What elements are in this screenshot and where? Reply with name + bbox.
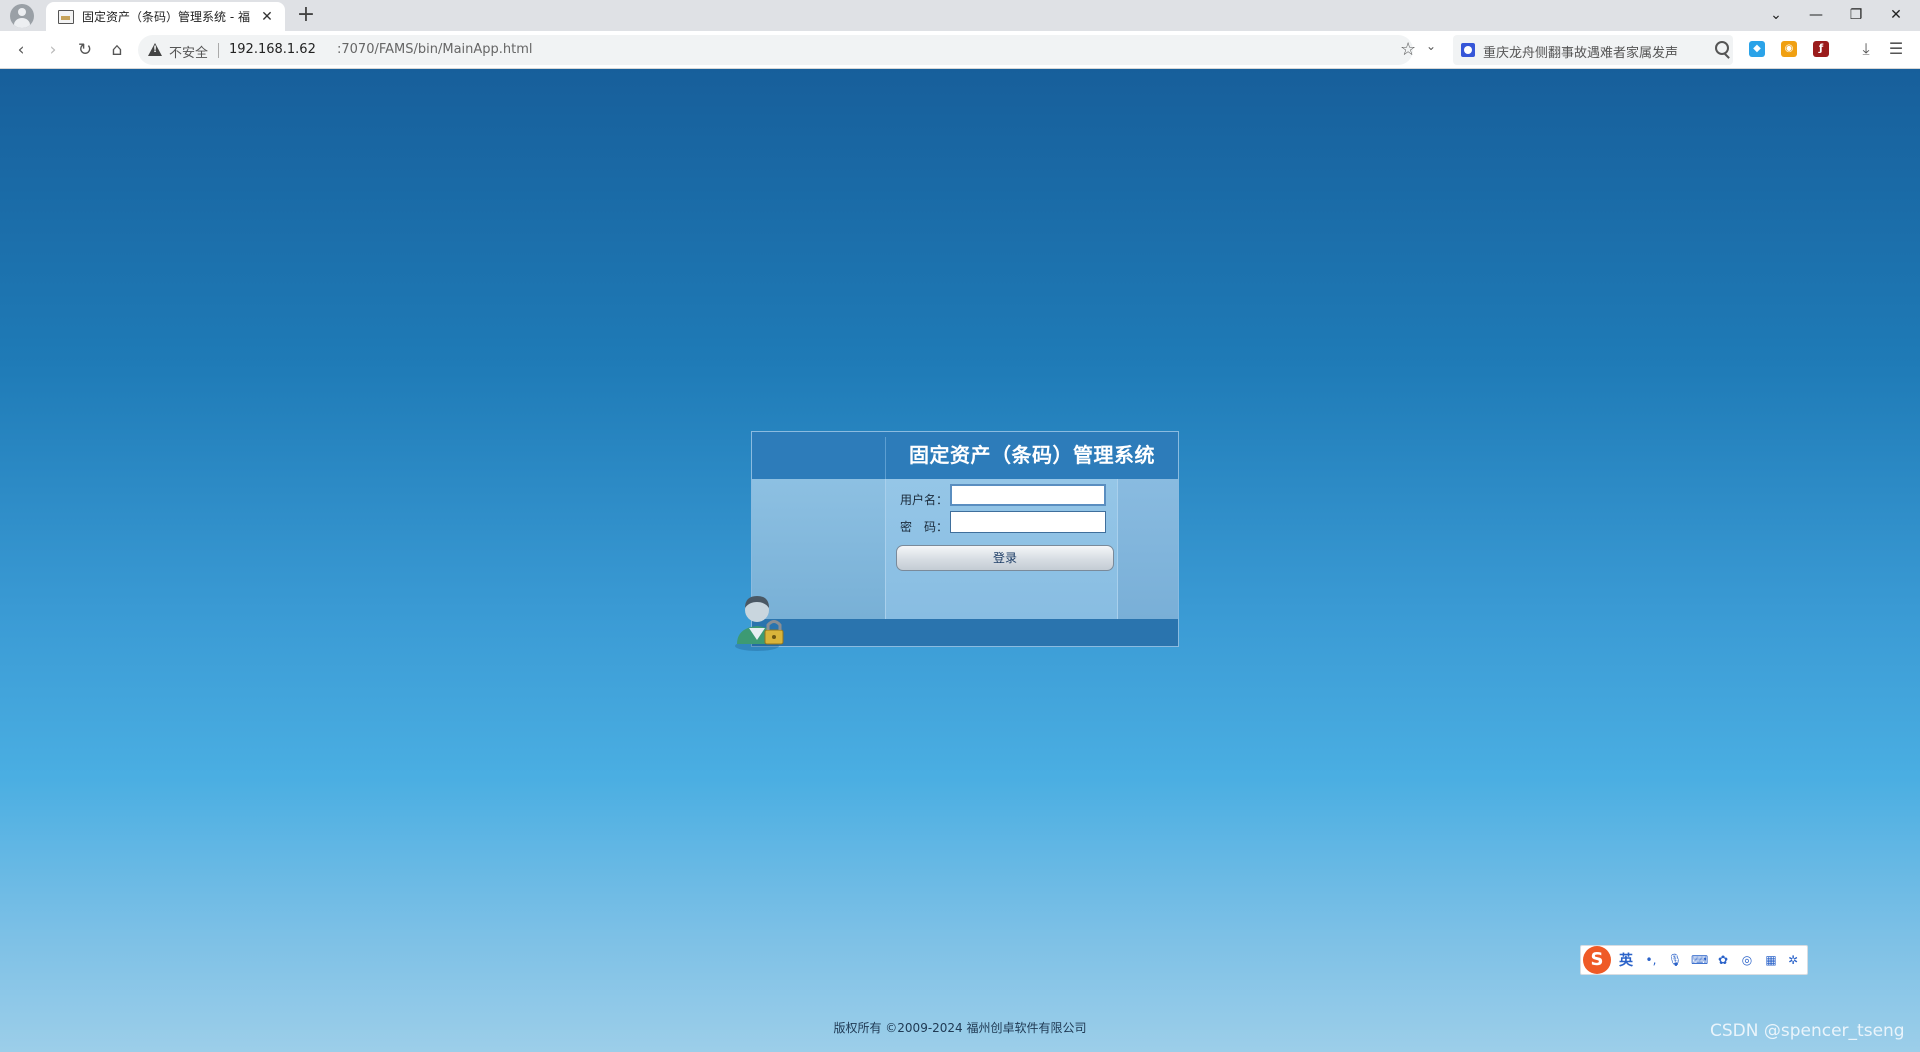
search-icon[interactable]: [1715, 41, 1729, 55]
sogou-logo-icon[interactable]: S: [1583, 946, 1611, 974]
skin-icon[interactable]: ✿: [1715, 952, 1731, 968]
browser-toolbar: ‹ › ↻ ⌂ 不安全 192.168.1.62 :7070/FAMS/bin/…: [0, 31, 1920, 69]
warning-icon[interactable]: [148, 43, 162, 56]
url-path[interactable]: :7070/FAMS/bin/MainApp.html: [337, 42, 533, 57]
system-title: 固定资产（条码）管理系统: [909, 443, 1155, 467]
menu-icon[interactable]: ☰: [1885, 38, 1907, 60]
search-box[interactable]: 重庆龙舟侧翻事故遇难者家属发声: [1453, 35, 1733, 65]
extension-blue-icon[interactable]: ◆: [1749, 41, 1765, 57]
profile-avatar-icon[interactable]: [10, 4, 34, 28]
tab-search-dropdown-icon[interactable]: ⌄: [1756, 2, 1796, 28]
active-tab[interactable]: 固定资产（条码）管理系统 - 福 ✕: [46, 2, 285, 31]
copyright-text: 版权所有 ©2009-2024 福州创卓软件有限公司: [833, 1021, 1087, 1035]
gamepad-icon[interactable]: ◎: [1739, 952, 1755, 968]
keyboard-icon[interactable]: ⌨: [1691, 952, 1708, 968]
punctuation-icon[interactable]: •,: [1643, 952, 1659, 968]
login-right-pane: [1118, 479, 1178, 619]
password-input[interactable]: [950, 511, 1106, 533]
minimize-button[interactable]: —: [1796, 2, 1836, 28]
settings-icon[interactable]: ✲: [1785, 952, 1801, 968]
username-label: 用户名：: [900, 493, 949, 507]
username-input[interactable]: [950, 484, 1106, 506]
flash-extension-icon[interactable]: ƒ: [1813, 41, 1829, 57]
address-separator: [218, 43, 219, 58]
download-icon[interactable]: ⤓: [1855, 38, 1877, 60]
watermark-text: CSDN @spencer_tseng: [1710, 1021, 1905, 1041]
home-icon[interactable]: ⌂: [105, 38, 129, 62]
chevron-down-icon[interactable]: ⌄: [1426, 39, 1436, 53]
reload-icon[interactable]: ↻: [73, 38, 97, 62]
new-tab-button[interactable]: +: [294, 4, 318, 28]
restore-button[interactable]: ❐: [1836, 2, 1876, 28]
page-background: 固定资产（条码）管理系统 用户名： 密 码： 登录 S 英 •, 🎙 ⌨ ✿ ◎…: [0, 69, 1920, 1052]
tab-favicon-icon: [58, 10, 74, 24]
search-query[interactable]: 重庆龙舟侧翻事故遇难者家属发声: [1483, 42, 1678, 61]
tab-close-icon[interactable]: ✕: [258, 8, 276, 26]
star-icon[interactable]: ☆: [1400, 39, 1416, 60]
ime-language-toggle[interactable]: 英: [1619, 950, 1633, 970]
close-window-button[interactable]: ✕: [1876, 2, 1916, 28]
back-icon[interactable]: ‹: [9, 38, 33, 62]
forward-icon[interactable]: ›: [41, 38, 65, 62]
microphone-icon[interactable]: 🎙: [1667, 952, 1683, 968]
user-lock-icon: [735, 596, 784, 651]
tab-title: 固定资产（条码）管理系统 - 福: [82, 10, 250, 24]
apps-grid-icon[interactable]: ▦: [1763, 952, 1779, 968]
login-panel: 固定资产（条码）管理系统 用户名： 密 码： 登录: [751, 431, 1179, 647]
baidu-icon: [1461, 43, 1475, 57]
security-label[interactable]: 不安全: [169, 42, 208, 61]
url-host[interactable]: 192.168.1.62: [229, 42, 316, 57]
address-bar[interactable]: 不安全 192.168.1.62 :7070/FAMS/bin/MainApp.…: [138, 35, 1436, 65]
login-button[interactable]: 登录: [896, 545, 1114, 571]
tab-strip: 固定资产（条码）管理系统 - 福 ✕ + ⌄ — ❐ ✕: [0, 0, 1920, 31]
password-label: 密 码：: [900, 520, 949, 534]
ime-toolbar[interactable]: S 英 •, 🎙 ⌨ ✿ ◎ ▦ ✲: [1580, 945, 1808, 975]
extension-orange-icon[interactable]: ◉: [1781, 41, 1797, 57]
login-footer-bar: [752, 619, 1178, 646]
